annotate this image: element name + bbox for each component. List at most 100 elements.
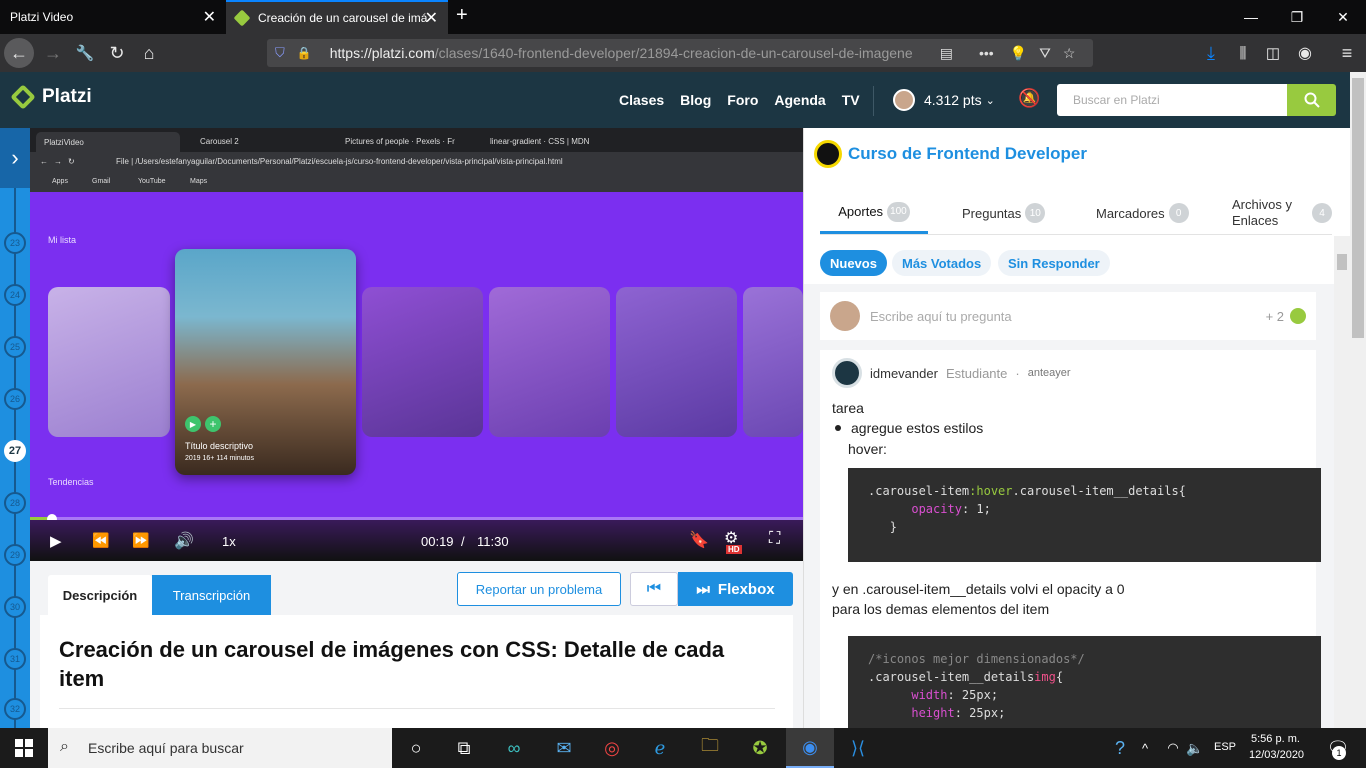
language[interactable]: ESP xyxy=(1214,741,1236,753)
mail-icon[interactable]: ✉ xyxy=(540,728,588,768)
rewind-button[interactable]: ⏪ xyxy=(92,532,109,549)
rail-item-current[interactable]: 27 xyxy=(4,440,26,462)
hamburger-menu-icon[interactable]: ≡ xyxy=(1332,38,1362,68)
tab-archivos[interactable]: Archivos y Enlaces 4 xyxy=(1232,192,1342,234)
tab-label: Preguntas xyxy=(962,205,1022,221)
user-points[interactable]: 4.312 pts ⌄ xyxy=(893,89,995,111)
tab-marcadores[interactable]: Marcadores 0 xyxy=(1096,192,1189,234)
filter-nuevos[interactable]: Nuevos xyxy=(820,250,887,276)
notification-bell-icon[interactable]: 🔕 xyxy=(1018,88,1040,109)
next-lesson-button[interactable]: ⏭ Flexbox xyxy=(678,572,793,606)
volume-icon[interactable]: 🔊 xyxy=(174,531,194,551)
app-icon[interactable]: ✪ xyxy=(736,728,784,768)
search-button[interactable] xyxy=(1287,84,1336,116)
clock-time[interactable]: 5:56 p. m. xyxy=(1251,733,1300,745)
page-scrollbar[interactable] xyxy=(1350,72,1366,728)
browser-tab-active[interactable]: Creación de un carousel de imá ✕ xyxy=(226,0,448,34)
previous-lesson-icon[interactable]: ⏮ xyxy=(630,572,678,606)
lock-icon[interactable]: 🔒 xyxy=(297,46,312,60)
forward-icon[interactable]: → xyxy=(38,38,68,68)
expand-rail-icon[interactable]: › xyxy=(0,128,30,188)
menu-clases[interactable]: Clases xyxy=(619,92,664,108)
new-tab-button[interactable]: + xyxy=(456,4,468,27)
tab-preguntas[interactable]: Preguntas 10 xyxy=(962,192,1046,234)
edge-icon[interactable]: ℯ xyxy=(636,728,684,768)
scroll-thumb[interactable] xyxy=(1337,254,1347,270)
comment-text: y en .carousel-item__details volvi el op… xyxy=(832,581,1125,597)
tab-description[interactable]: Descripción xyxy=(48,575,152,615)
vscode-icon[interactable]: ⟩⟨ xyxy=(834,728,882,768)
taskbar-search[interactable]: ⌕ Escribe aquí para buscar xyxy=(48,728,392,768)
menu-agenda[interactable]: Agenda xyxy=(774,92,825,108)
search-input[interactable]: Buscar en Platzi xyxy=(1057,84,1287,116)
rail-item[interactable]: 28 xyxy=(4,492,26,514)
close-tab-icon[interactable]: ✕ xyxy=(425,8,438,28)
home-icon[interactable]: ⌂ xyxy=(134,38,164,68)
windows-start-icon[interactable] xyxy=(0,728,48,768)
comment-user[interactable]: idmevander xyxy=(870,366,938,381)
cortana-icon[interactable]: ○ xyxy=(392,728,440,768)
back-icon[interactable]: ← xyxy=(4,38,34,68)
avatar[interactable] xyxy=(832,358,862,388)
rail-item[interactable]: 31 xyxy=(4,648,26,670)
fullscreen-icon[interactable]: ⛶ xyxy=(769,530,780,548)
close-tab-icon[interactable]: ✕ xyxy=(203,7,216,27)
rail-item[interactable]: 24 xyxy=(4,284,26,306)
rail-item[interactable]: 25 xyxy=(4,336,26,358)
bulb-icon[interactable]: 💡 xyxy=(1010,45,1027,62)
reader-icon[interactable]: ▤ xyxy=(940,45,953,62)
task-view-icon[interactable]: ⧉ xyxy=(440,728,488,768)
account-icon[interactable]: ◉ xyxy=(1290,38,1320,68)
tab-transcription[interactable]: Transcripción xyxy=(152,575,271,615)
platzi-logo[interactable]: Platzi xyxy=(10,84,92,110)
forward-button[interactable]: ⏩ xyxy=(132,532,149,549)
ask-points: + 2 xyxy=(1265,308,1284,324)
rail-item[interactable]: 32 xyxy=(4,698,26,720)
reload-icon[interactable]: ↻ xyxy=(102,38,132,68)
bookmark-icon[interactable]: 🔖 xyxy=(689,530,709,550)
tab-aportes[interactable]: Aportes 100 xyxy=(820,192,928,234)
time-separator: / xyxy=(461,534,465,549)
clock-date[interactable]: 12/03/2020 xyxy=(1249,749,1304,761)
close-window-icon[interactable]: ✕ xyxy=(1320,0,1366,34)
panel-scrollbar[interactable] xyxy=(1334,236,1350,728)
scroll-thumb[interactable] xyxy=(1352,78,1364,338)
ask-box[interactable]: Escribe aquí tu pregunta + 2 xyxy=(820,292,1316,340)
rail-item[interactable]: 23 xyxy=(4,232,26,254)
page-actions-menu[interactable]: ••• xyxy=(979,45,994,61)
filter-mas-votados[interactable]: Más Votados xyxy=(892,250,992,276)
browser-tab-platzi-video[interactable]: Platzi Video ✕ xyxy=(0,0,226,34)
rail-item[interactable]: 30 xyxy=(4,596,26,618)
bookmark-star-icon[interactable]: ☆ xyxy=(1063,45,1076,62)
browser-navbar: ← → 🔧 ↻ ⌂ ⛉ 🔒 https://platzi.com/clases/… xyxy=(0,34,1366,72)
report-problem-button[interactable]: Reportar un problema xyxy=(457,572,621,606)
chrome-icon[interactable]: ◎ xyxy=(588,728,636,768)
library-icon[interactable]: ⫼ xyxy=(1228,38,1258,68)
infinity-app-icon[interactable]: ∞ xyxy=(490,728,538,768)
menu-tv[interactable]: TV xyxy=(842,92,860,108)
tab-label: Aportes xyxy=(838,204,884,219)
menu-foro[interactable]: Foro xyxy=(727,92,758,108)
rail-item[interactable]: 26 xyxy=(4,388,26,410)
wrench-icon[interactable]: 🔧 xyxy=(70,38,100,68)
chevron-up-icon[interactable]: ^ xyxy=(1130,728,1160,768)
course-header[interactable]: Curso de Frontend Developer xyxy=(814,140,1087,168)
firefox-icon[interactable]: ◉ xyxy=(786,728,834,768)
file-explorer-icon[interactable]: 🗀 xyxy=(686,728,734,768)
sidebar-icon[interactable]: ◫ xyxy=(1258,38,1288,68)
restore-icon[interactable]: ❐ xyxy=(1274,0,1320,34)
ask-input[interactable]: Escribe aquí tu pregunta xyxy=(870,309,1266,324)
pocket-icon[interactable]: ⛛ xyxy=(1039,45,1051,62)
menu-blog[interactable]: Blog xyxy=(680,92,711,108)
speed-button[interactable]: 1x xyxy=(222,534,236,549)
carousel-card xyxy=(743,287,803,437)
video-player[interactable]: PlatziVideo Carousel 2 Pictures of peopl… xyxy=(30,128,803,561)
volume-icon[interactable]: 🔈 xyxy=(1180,728,1210,768)
download-icon[interactable]: ⤓ xyxy=(1196,38,1226,68)
play-button[interactable]: ▶ xyxy=(50,532,62,550)
filter-sin-responder[interactable]: Sin Responder xyxy=(998,250,1110,276)
url-bar[interactable]: ⛉ 🔒 https://platzi.com/clases/1640-front… xyxy=(267,39,1093,67)
minimize-icon[interactable]: — xyxy=(1228,0,1274,34)
shield-icon[interactable]: ⛉ xyxy=(275,45,285,61)
rail-item[interactable]: 29 xyxy=(4,544,26,566)
